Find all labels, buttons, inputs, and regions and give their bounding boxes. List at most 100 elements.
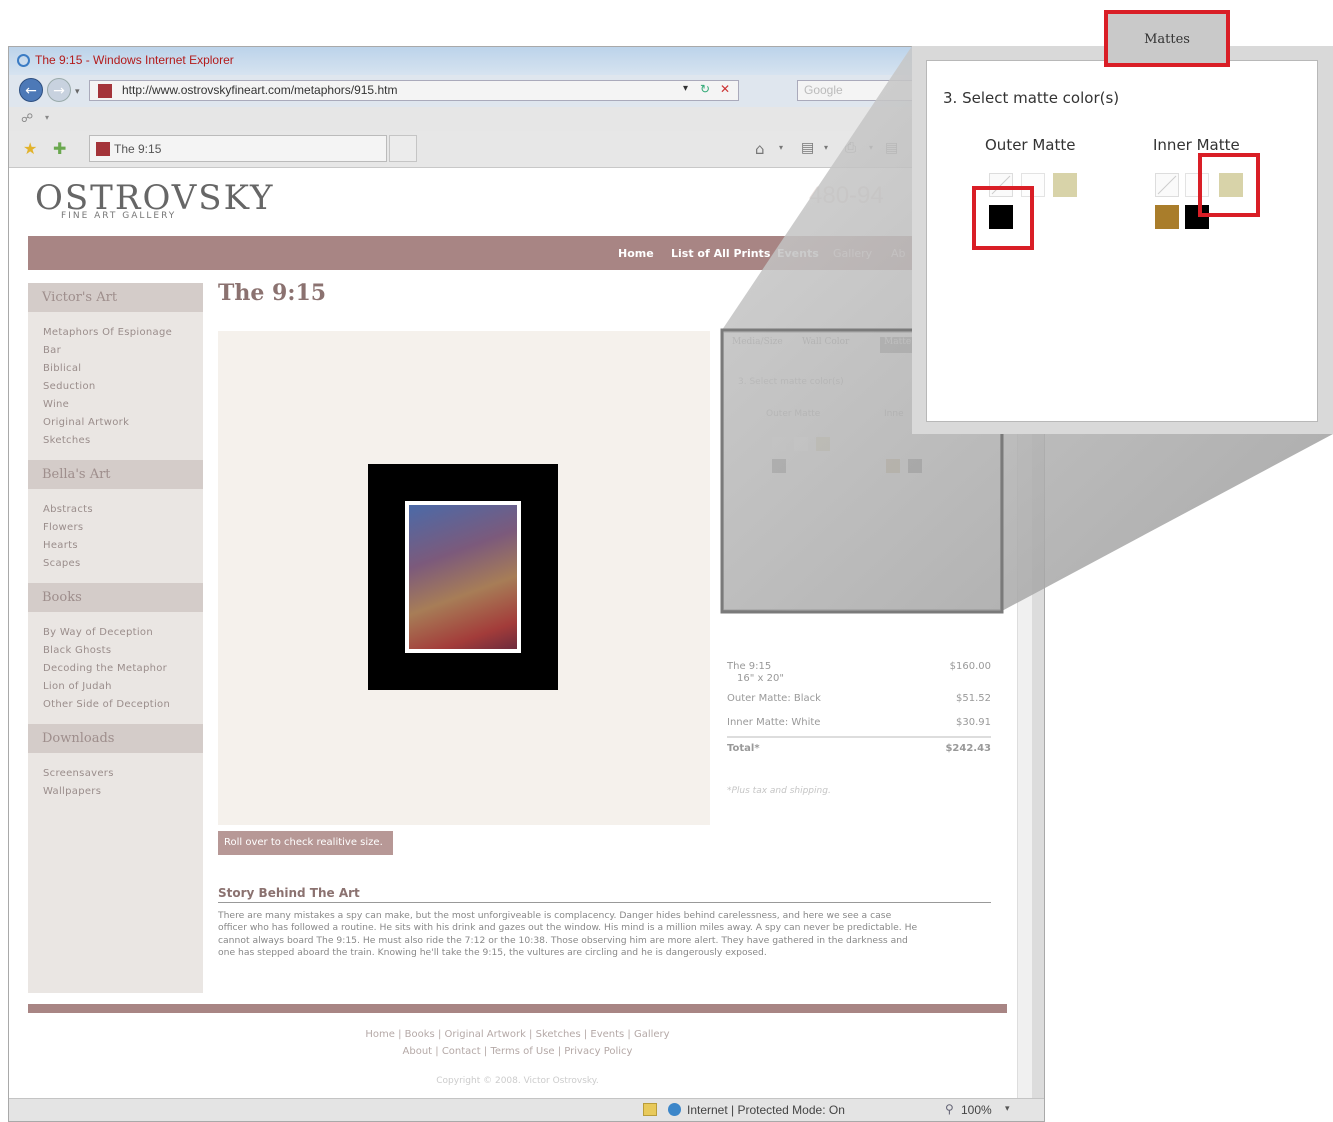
outer-matte-label: Outer Matte (766, 409, 821, 419)
outer-swatch-black[interactable] (772, 459, 786, 473)
inner-matte-label: Inne (884, 409, 904, 419)
inner-swatch-black[interactable] (908, 459, 922, 473)
nav-list-of-all-prints[interactable]: List of All Prints (671, 247, 770, 260)
outer-matte-preview (368, 464, 558, 690)
sidebar-item[interactable]: Bar (43, 345, 61, 356)
sidebar-item[interactable]: Seduction (43, 381, 96, 392)
sidebar-item[interactable]: Biblical (43, 363, 81, 374)
browser-window: The 9:15 - Windows Internet Explorer ← →… (8, 46, 1045, 1122)
nav-about[interactable]: Ab (891, 247, 906, 260)
total-value: $242.43 (945, 743, 991, 754)
print-dropdown-icon[interactable]: ▾ (869, 143, 873, 152)
home-dropdown-icon[interactable]: ▾ (779, 143, 783, 152)
print-icon[interactable]: ⎙ (845, 140, 856, 156)
globe-icon (668, 1103, 681, 1116)
sidebar-item[interactable]: Screensavers (43, 768, 114, 779)
sidebar-item[interactable]: Other Side of Deception (43, 699, 170, 710)
phone-number: 480-94 (809, 182, 884, 209)
artwork-image (409, 505, 517, 649)
sidebar-item[interactable]: Hearts (43, 540, 78, 551)
tab-media-size[interactable]: Media/Size (732, 337, 783, 353)
size-rollover-button[interactable]: Roll over to check realitive size. (218, 831, 393, 855)
price-value: $30.91 (956, 717, 991, 728)
price-total: Total* $242.43 (727, 743, 991, 754)
sidebar-item[interactable]: Metaphors Of Espionage (43, 327, 172, 338)
page-viewport: OSTROVSKY FINE ART GALLERY 480-94 Home L… (9, 168, 1029, 1098)
nav-gallery[interactable]: Gallery (833, 247, 872, 260)
tab-the-915[interactable]: The 9:15 (89, 135, 387, 162)
artwork-preview-area (218, 331, 710, 825)
price-line-print: The 9:15 $160.00 (727, 661, 991, 672)
sidebar-heading-books[interactable]: Books (28, 583, 203, 612)
outer-swatch-beige[interactable] (816, 437, 830, 451)
footer-links-secondary[interactable]: About | Contact | Terms of Use | Privacy… (28, 1046, 1007, 1057)
sidebar-heading-downloads[interactable]: Downloads (28, 724, 203, 753)
new-tab-button[interactable] (389, 135, 417, 162)
favorites-star-icon[interactable]: ★ (23, 139, 37, 158)
sidebar-heading-victors-art[interactable]: Victor's Art (28, 283, 203, 312)
sidebar-item[interactable]: Flowers (43, 522, 83, 533)
zoom-inner-swatch-gold[interactable] (1155, 205, 1179, 229)
history-dropdown-icon[interactable]: ▾ (75, 87, 80, 97)
sidebar-item[interactable]: Wine (43, 399, 69, 410)
zoom-level[interactable]: 100% (961, 1103, 992, 1117)
zoom-inner-swatch-none[interactable] (1155, 173, 1179, 197)
links-dropdown-icon[interactable]: ▾ (45, 113, 49, 122)
sidebar-item[interactable]: Abstracts (43, 504, 93, 515)
footer-links-primary[interactable]: Home | Books | Original Artwork | Sketch… (28, 1029, 1007, 1040)
copyright: Copyright © 2008. Victor Ostrovsky. (436, 1076, 599, 1086)
nav-home[interactable]: Home (618, 247, 654, 260)
command-row: ☍ ▾ (9, 107, 1044, 132)
zoom-outer-matte-label: Outer Matte (985, 136, 1076, 154)
add-favorite-icon[interactable]: ✚ (53, 139, 66, 158)
sidebar-item[interactable]: Scapes (43, 558, 80, 569)
address-text: http://www.ostrovskyfineart.com/metaphor… (122, 83, 398, 97)
security-zone[interactable]: Internet | Protected Mode: On (687, 1103, 845, 1117)
back-button[interactable]: ← (19, 78, 43, 102)
sidebar-item[interactable]: By Way of Deception (43, 627, 153, 638)
protected-mode-icon[interactable] (643, 1103, 657, 1116)
links-icon[interactable]: ☍ (21, 111, 33, 125)
tab-matte[interactable]: Matte (880, 337, 916, 353)
outer-swatch-none[interactable] (772, 437, 786, 451)
zoom-step-label: 3. Select matte color(s) (943, 89, 1120, 107)
feeds-dropdown-icon[interactable]: ▾ (824, 143, 828, 152)
sidebar: Victor's Art Metaphors Of Espionage Bar … (28, 283, 203, 993)
zoom-icon: ⚲ (945, 1102, 954, 1116)
title-bar: The 9:15 - Windows Internet Explorer (9, 47, 1044, 75)
inner-swatch-gold[interactable] (886, 459, 900, 473)
sidebar-item[interactable]: Lion of Judah (43, 681, 112, 692)
tab-wall-color[interactable]: Wall Color (802, 337, 849, 353)
navigation-bar: ← → ▾ http://www.ostrovskyfineart.com/me… (9, 75, 1044, 107)
window-title: The 9:15 - Windows Internet Explorer (35, 53, 234, 67)
forward-button[interactable]: → (47, 78, 71, 102)
zoom-outer-swatch-beige[interactable] (1053, 173, 1077, 197)
sidebar-item[interactable]: Decoding the Metaphor (43, 663, 167, 674)
price-line-size: 16" x 20" (737, 673, 784, 684)
home-icon[interactable]: ⌂ (755, 140, 765, 158)
address-dropdown-icon[interactable]: ▾ (683, 83, 688, 94)
sidebar-item[interactable]: Wallpapers (43, 786, 101, 797)
address-bar[interactable]: http://www.ostrovskyfineart.com/metaphor… (89, 80, 739, 101)
sidebar-heading-bellas-art[interactable]: Bella's Art (28, 460, 203, 489)
page-menu-icon[interactable]: ▤ (885, 140, 898, 156)
stop-icon[interactable]: ✕ (720, 82, 730, 96)
tab-favicon-icon (96, 142, 110, 156)
page-title: The 9:15 (218, 280, 327, 306)
sidebar-item[interactable]: Original Artwork (43, 417, 129, 428)
refresh-icon[interactable]: ↻ (700, 82, 710, 96)
price-line-inner-matte: Inner Matte: White $30.91 (727, 717, 991, 738)
sidebar-item[interactable]: Sketches (43, 435, 90, 446)
story-heading: Story Behind The Art (218, 886, 991, 903)
tab-label: The 9:15 (114, 142, 162, 156)
ie-logo-icon (17, 54, 30, 67)
feeds-icon[interactable]: ▤ (801, 140, 814, 156)
none-slash-icon (1157, 175, 1177, 195)
zoom-tab-mattes[interactable]: Mattes (1104, 10, 1230, 67)
outer-swatch-white[interactable] (794, 437, 808, 451)
sidebar-item[interactable]: Black Ghosts (43, 645, 111, 656)
highlight-inner-beige (1198, 153, 1260, 217)
nav-events[interactable]: Events (777, 247, 819, 260)
zoom-dropdown-icon[interactable]: ▾ (1005, 1103, 1010, 1114)
options-step-label: 3. Select matte color(s) (738, 377, 844, 387)
